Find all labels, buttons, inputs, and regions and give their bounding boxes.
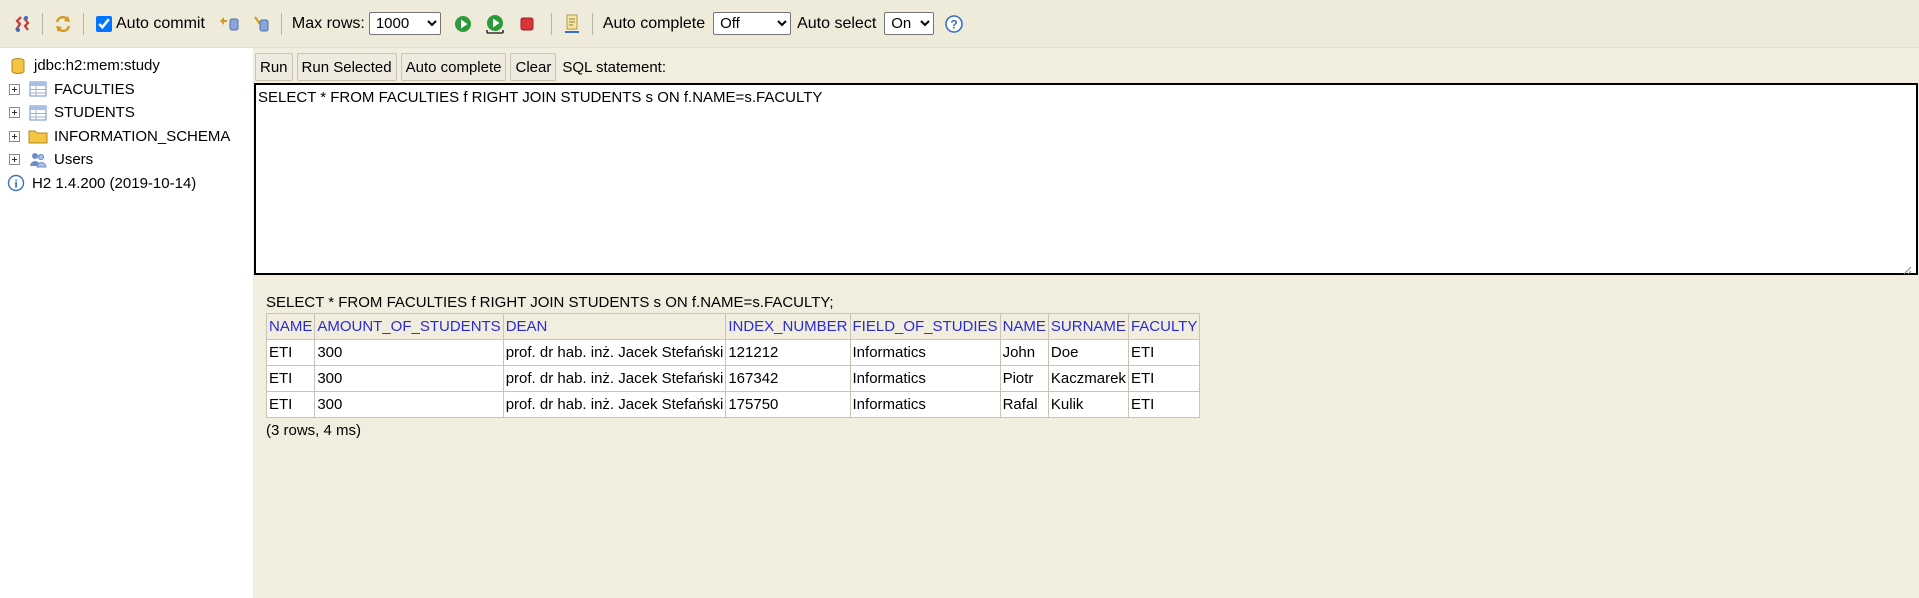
auto-commit-checkbox[interactable] [96, 15, 112, 32]
table-header-row: NAME AMOUNT_OF_STUDENTS DEAN INDEX_NUMBE… [265, 313, 1201, 340]
table-cell: Informatics [849, 391, 1001, 418]
rollback-icon[interactable] [215, 10, 243, 38]
table-cell: Doe [1047, 339, 1129, 366]
run-button[interactable]: Run [255, 53, 293, 81]
main-panel: Run Run Selected Auto complete Clear SQL… [253, 48, 1919, 598]
sidebar-item-label: INFORMATION_SCHEMA [54, 127, 231, 145]
table-cell: ETI [265, 391, 316, 418]
auto-complete-label: Auto complete [602, 14, 706, 32]
expand-icon[interactable] [9, 154, 20, 166]
auto-select-select[interactable]: On [884, 12, 935, 35]
column-header[interactable]: AMOUNT_OF_STUDENTS [314, 313, 504, 340]
table-cell: ETI [1127, 339, 1201, 366]
table-row: ETI 300 prof. dr hab. inż. Jacek Stefańs… [265, 339, 1201, 366]
stop-icon[interactable] [513, 10, 541, 38]
run-selected-icon[interactable] [481, 10, 509, 38]
info-icon: i [6, 174, 26, 192]
history-icon[interactable] [558, 10, 586, 38]
folder-icon [28, 127, 48, 145]
column-header[interactable]: SURNAME [1047, 313, 1129, 340]
table-cell: prof. dr hab. inż. Jacek Stefański [502, 391, 727, 418]
table-cell: Kaczmarek [1047, 365, 1129, 392]
version-label: H2 1.4.200 (2019-10-14) [32, 174, 197, 192]
table-cell: ETI [1127, 365, 1201, 392]
table-cell: ETI [1127, 391, 1201, 418]
sidebar-item-label: STUDENTS [54, 104, 135, 122]
run-icon[interactable] [449, 10, 477, 38]
sql-editor[interactable]: SELECT * FROM FACULTIES f RIGHT JOIN STU… [254, 83, 1918, 275]
commit-icon[interactable] [247, 10, 275, 38]
expand-icon[interactable] [9, 83, 20, 95]
sidebar-item-label: Users [54, 151, 94, 169]
sidebar-item-faculties[interactable]: FACULTIES [0, 78, 253, 102]
table-icon [28, 104, 48, 122]
table-cell: 300 [314, 339, 504, 366]
sidebar: jdbc:h2:mem:study FACULTIES STUDENTS INF… [0, 48, 253, 598]
table-cell: 300 [314, 391, 504, 418]
sidebar-item-information-schema[interactable]: INFORMATION_SCHEMA [0, 125, 253, 149]
table-cell: prof. dr hab. inż. Jacek Stefański [502, 365, 727, 392]
database-icon [8, 57, 28, 75]
result-table: NAME AMOUNT_OF_STUDENTS DEAN INDEX_NUMBE… [265, 313, 1201, 418]
toolbar: Auto commit Max rows: 1000 Auto complete… [0, 0, 1919, 48]
expand-icon[interactable] [9, 130, 20, 142]
column-header[interactable]: NAME [999, 313, 1049, 340]
editor-button-row: Run Run Selected Auto complete Clear SQL… [255, 53, 666, 81]
connection-label: jdbc:h2:mem:study [34, 57, 160, 75]
sidebar-item-label: FACULTIES [54, 80, 135, 98]
table-cell: Informatics [849, 339, 1001, 366]
column-header[interactable]: DEAN [502, 313, 727, 340]
toolbar-separator [83, 12, 84, 35]
sidebar-item-users[interactable]: Users [0, 148, 253, 172]
auto-commit-toggle[interactable]: Auto commit [96, 15, 205, 33]
auto-commit-label: Auto commit [116, 14, 205, 32]
refresh-icon[interactable] [49, 10, 77, 38]
max-rows-select[interactable]: 1000 [368, 12, 441, 35]
table-cell: Informatics [849, 365, 1001, 392]
sidebar-item-students[interactable]: STUDENTS [0, 101, 253, 125]
auto-complete-select[interactable]: Off [713, 12, 792, 35]
toolbar-separator [280, 12, 282, 35]
table-cell: 300 [314, 365, 504, 392]
table-cell: 175750 [725, 391, 851, 418]
version-info: i H2 1.4.200 (2019-10-14) [0, 172, 253, 196]
column-header[interactable]: FIELD_OF_STUDIES [849, 313, 1001, 340]
table-row: ETI 300 prof. dr hab. inż. Jacek Stefańs… [265, 365, 1201, 392]
table-cell: Kulik [1047, 391, 1129, 418]
toolbar-separator [42, 12, 43, 35]
result-summary: (3 rows, 4 ms) [266, 422, 362, 439]
table-cell: John [999, 339, 1049, 366]
table-cell: Piotr [999, 365, 1049, 392]
result-query: SELECT * FROM FACULTIES f RIGHT JOIN STU… [266, 294, 834, 311]
expand-icon[interactable] [9, 107, 20, 119]
column-header[interactable]: NAME [265, 313, 316, 340]
connection-node[interactable]: jdbc:h2:mem:study [0, 54, 253, 78]
table-cell: prof. dr hab. inż. Jacek Stefański [502, 339, 727, 366]
table-cell: ETI [265, 339, 316, 366]
auto-complete-button[interactable]: Auto complete [400, 53, 507, 81]
resize-grip-icon[interactable] [1902, 262, 1912, 275]
result-panel: SELECT * FROM FACULTIES f RIGHT JOIN STU… [265, 294, 1201, 439]
sql-statement-label: SQL statement: [562, 58, 667, 76]
table-cell: 167342 [725, 365, 851, 392]
column-header[interactable]: INDEX_NUMBER [725, 313, 851, 340]
disconnect-icon[interactable] [8, 10, 36, 38]
run-selected-button[interactable]: Run Selected [296, 53, 397, 81]
help-icon[interactable]: ? [940, 10, 968, 38]
users-icon [28, 151, 48, 169]
toolbar-separator [550, 12, 552, 35]
clear-button[interactable]: Clear [510, 53, 557, 81]
table-cell: ETI [265, 365, 316, 392]
max-rows-label: Max rows: [291, 14, 365, 32]
svg-text:?: ? [951, 17, 958, 31]
column-header[interactable]: FACULTY [1127, 313, 1201, 340]
toolbar-separator [591, 12, 593, 35]
table-row: ETI 300 prof. dr hab. inż. Jacek Stefańs… [265, 391, 1201, 418]
table-cell: 121212 [725, 339, 851, 366]
table-icon [28, 80, 48, 98]
auto-select-label: Auto select [797, 14, 877, 32]
table-cell: Rafal [999, 391, 1049, 418]
